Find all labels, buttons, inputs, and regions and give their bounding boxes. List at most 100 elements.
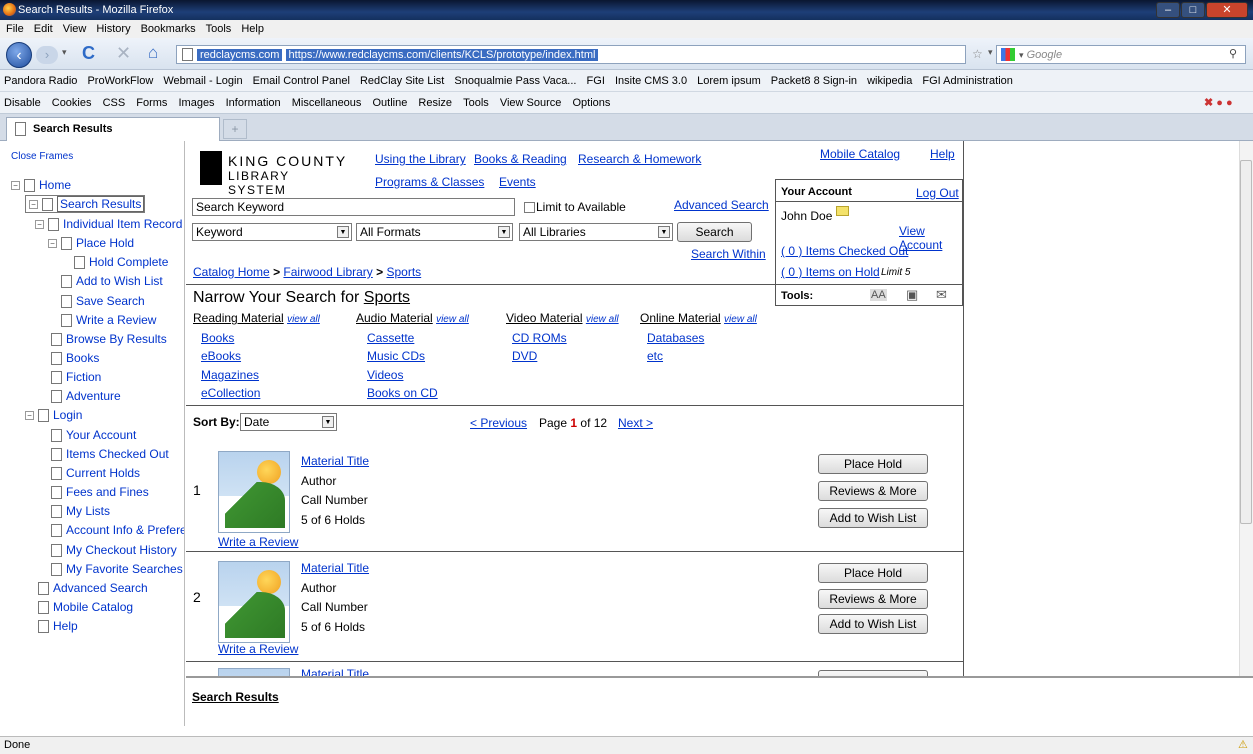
close-window-button[interactable]: ✕ [1206, 2, 1248, 18]
bookmark-item[interactable]: Snoqualmie Pass Vaca... [454, 75, 576, 87]
devtool-item[interactable]: Options [572, 97, 610, 109]
facet-link[interactable]: CD ROMs [512, 331, 567, 345]
stop-icon[interactable]: ✕ [116, 43, 131, 64]
devtool-item[interactable]: CSS [103, 97, 126, 109]
nav-research-homework[interactable]: Research & Homework [578, 152, 701, 166]
bottom-frame-label[interactable]: Search Results [192, 690, 279, 704]
devtool-item[interactable]: Forms [136, 97, 167, 109]
facet-link[interactable]: Books [201, 331, 234, 345]
view-account-link[interactable]: View Account [899, 224, 962, 252]
mobile-catalog-link[interactable]: Mobile Catalog [820, 147, 900, 161]
menu-file[interactable]: File [6, 23, 24, 35]
next-page-link[interactable]: Next > [618, 416, 653, 430]
tree-item-home[interactable]: − Home [11, 176, 71, 194]
bookmark-item[interactable]: RedClay Site List [360, 75, 444, 87]
material-title-link[interactable]: Material Title [301, 454, 369, 468]
bookmark-item[interactable]: Webmail - Login [163, 75, 242, 87]
new-tab-button[interactable]: + [223, 119, 247, 139]
tree-item-books[interactable]: Books [51, 349, 99, 367]
breadcrumb-catalog-home[interactable]: Catalog Home [193, 265, 270, 279]
bookmark-item[interactable]: Email Control Panel [253, 75, 350, 87]
nav-books-reading[interactable]: Books & Reading [474, 152, 567, 166]
tree-item-search-results[interactable]: − Search Results [25, 195, 146, 213]
bookmark-item[interactable]: FGI [587, 75, 605, 87]
history-dropdown-icon[interactable]: ▾ [62, 47, 67, 58]
on-hold-link[interactable]: ( 0 ) Items on Hold [781, 265, 880, 279]
view-all-link[interactable]: view all [724, 314, 757, 325]
tree-item-your-account[interactable]: Your Account [51, 426, 136, 444]
place-hold-button[interactable]: Place Hold [818, 454, 928, 474]
limit-available-checkbox[interactable] [524, 202, 535, 213]
bookmark-item[interactable]: FGI Administration [922, 75, 1012, 87]
logout-link[interactable]: Log Out [916, 186, 959, 200]
view-all-link[interactable]: view all [436, 314, 469, 325]
view-all-link[interactable]: view all [287, 314, 320, 325]
devtool-item[interactable]: Resize [418, 97, 452, 109]
search-engine-box[interactable]: ▾ Google ⚲ [996, 45, 1246, 64]
bookmark-item[interactable]: ProWorkFlow [87, 75, 153, 87]
tree-item-adventure[interactable]: Adventure [51, 387, 121, 405]
tree-item-place-hold[interactable]: − Place Hold [48, 234, 134, 252]
tree-item-login[interactable]: − Login [25, 406, 82, 424]
search-input[interactable]: Search Keyword [192, 198, 515, 216]
tree-item-browse-results[interactable]: Browse By Results [51, 330, 167, 348]
breadcrumb-fairwood[interactable]: Fairwood Library [283, 265, 372, 279]
sort-select[interactable]: Date ▼ [240, 413, 337, 431]
material-title-link[interactable]: Material Title [301, 667, 369, 676]
tree-item-items-checked-out[interactable]: Items Checked Out [51, 445, 169, 463]
menu-history[interactable]: History [96, 23, 130, 35]
reload-icon[interactable]: C [82, 43, 95, 64]
tree-item-individual-record[interactable]: − Individual Item Record [35, 215, 182, 233]
devtool-item[interactable]: Cookies [52, 97, 92, 109]
tree-item-mobile-catalog[interactable]: Mobile Catalog [38, 598, 133, 616]
devtool-item[interactable]: Information [226, 97, 281, 109]
nav-programs-classes[interactable]: Programs & Classes [375, 175, 484, 189]
back-button[interactable]: ‹ [6, 42, 32, 68]
save-icon[interactable]: ▣ [906, 287, 918, 303]
facet-link[interactable]: Videos [367, 368, 403, 382]
facet-link[interactable]: Books on CD [367, 386, 438, 400]
previous-page-link[interactable]: < Previous [470, 416, 527, 430]
search-within-link[interactable]: Search Within [691, 247, 766, 261]
url-bar[interactable]: redclaycms.com https://www.redclaycms.co… [176, 45, 966, 64]
home-icon[interactable]: ⌂ [148, 43, 158, 63]
result-thumbnail[interactable] [218, 668, 290, 676]
error-icon[interactable]: ✖ ● ● [1204, 92, 1233, 113]
facet-link[interactable]: Music CDs [367, 349, 425, 363]
write-review-link[interactable]: Write a Review [218, 642, 298, 656]
bookmark-item[interactable]: wikipedia [867, 75, 912, 87]
help-link[interactable]: Help [930, 147, 955, 161]
result-thumbnail[interactable] [218, 561, 290, 643]
facet-link[interactable]: eBooks [201, 349, 241, 363]
bookmark-item[interactable]: Lorem ipsum [697, 75, 761, 87]
facet-link[interactable]: eCollection [201, 386, 260, 400]
url-dropdown-icon[interactable]: ▾ [988, 47, 993, 58]
close-frames-link[interactable]: Close Frames [11, 151, 73, 162]
view-all-link[interactable]: view all [586, 314, 619, 325]
note-icon[interactable] [836, 206, 849, 216]
tree-item-add-wish-list[interactable]: Add to Wish List [61, 272, 163, 290]
tree-item-save-search[interactable]: Save Search [61, 292, 145, 310]
material-title-link[interactable]: Material Title [301, 561, 369, 575]
tree-item-fees-fines[interactable]: Fees and Fines [51, 483, 149, 501]
facet-link[interactable]: Databases [647, 331, 704, 345]
tree-item-my-lists[interactable]: My Lists [51, 502, 110, 520]
devtool-item[interactable]: Outline [372, 97, 407, 109]
maximize-button[interactable]: □ [1181, 2, 1205, 18]
facet-link[interactable]: etc [647, 349, 663, 363]
tree-item-checkout-history[interactable]: My Checkout History [51, 541, 177, 559]
devtool-item[interactable]: Tools [463, 97, 489, 109]
tree-item-fiction[interactable]: Fiction [51, 368, 101, 386]
tree-item-hold-complete[interactable]: Hold Complete [74, 253, 168, 271]
search-type-select[interactable]: Keyword ▼ [192, 223, 352, 241]
text-size-icon[interactable]: AA [870, 289, 887, 301]
format-select[interactable]: All Formats ▼ [356, 223, 513, 241]
devtool-item[interactable]: View Source [500, 97, 562, 109]
place-hold-button[interactable]: Place Hold [818, 563, 928, 583]
tree-item-favorite-searches[interactable]: My Favorite Searches [51, 560, 183, 578]
search-button[interactable]: Search [677, 222, 752, 242]
lock-icon[interactable]: ⚠ [1238, 737, 1248, 754]
menu-bookmarks[interactable]: Bookmarks [141, 23, 196, 35]
menu-tools[interactable]: Tools [206, 23, 232, 35]
bookmark-item[interactable]: Insite CMS 3.0 [615, 75, 687, 87]
